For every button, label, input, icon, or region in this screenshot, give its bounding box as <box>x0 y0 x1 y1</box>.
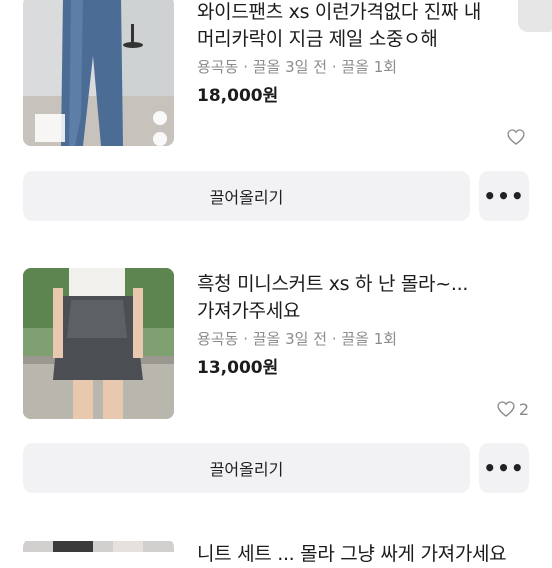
listing-meta: 용곡동 · 끌올 3일 전 · 끌올 1회 <box>197 328 397 349</box>
listing-meta: 용곡동 · 끌올 3일 전 · 끌올 1회 <box>197 56 397 77</box>
more-options-button[interactable]: ••• <box>479 171 529 221</box>
like-button[interactable] <box>506 127 529 147</box>
location-text: 용곡동 <box>197 58 239 76</box>
product-thumbnail[interactable] <box>23 0 174 146</box>
separator: · <box>331 330 337 348</box>
bump-button[interactable]: 끌어올리기 <box>23 171 470 221</box>
separator: · <box>243 330 248 348</box>
listing-price: 13,000원 <box>197 358 279 378</box>
like-button[interactable]: 2 <box>496 399 529 419</box>
heart-icon <box>497 401 515 417</box>
separator: · <box>331 58 337 76</box>
separator: · <box>243 58 248 76</box>
bumped-time-text: 끌올 3일 전 <box>252 58 328 76</box>
listing-title: 흑청 미니스커트 xs 하 난 몰라~... 가져가주세요 <box>197 273 469 322</box>
like-count: 2 <box>518 399 529 419</box>
heart-icon <box>507 129 525 145</box>
floating-action-button[interactable] <box>518 0 552 32</box>
more-options-button[interactable]: ••• <box>479 443 529 493</box>
product-thumbnail[interactable] <box>23 268 174 419</box>
listing-title: 와이드팬츠 xs 이런가격없다 진짜 내 머리카락이 지금 제일 소중ㅇ해 <box>197 1 482 50</box>
product-thumbnail[interactable] <box>23 539 174 552</box>
bump-count-text: 끌올 1회 <box>341 330 398 348</box>
bump-button[interactable]: 끌어올리기 <box>23 443 470 493</box>
listing-price: 18,000원 <box>197 86 279 106</box>
location-text: 용곡동 <box>197 330 239 348</box>
listing-title: 니트 세트 ... 몰라 그냥 싸게 가져가세요 <box>197 543 507 565</box>
bump-count-text: 끌올 1회 <box>341 58 398 76</box>
bumped-time-text: 끌올 3일 전 <box>252 330 328 348</box>
